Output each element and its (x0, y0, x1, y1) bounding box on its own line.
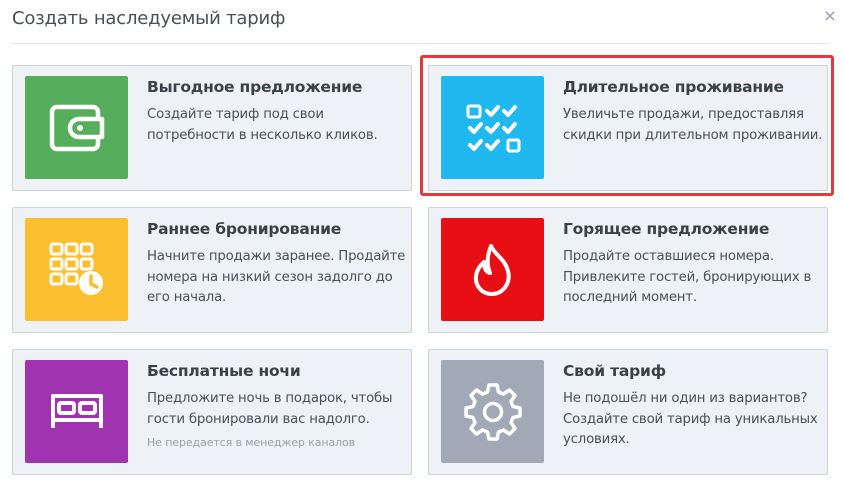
card-description: Увеличьте продажи, предоставляя скидки п… (563, 107, 823, 143)
close-button[interactable]: × (820, 6, 840, 26)
card-description: Начните продажи заранее. Продайте номера… (147, 249, 406, 305)
card-title: Горящее предложение (563, 220, 770, 238)
rate-card-long-stay[interactable]: Длительное проживание Увеличьте продажи,… (428, 65, 828, 191)
header-divider (12, 43, 828, 44)
rate-card-hot-deal[interactable]: Горящее предложение Продайте оставшиеся … (428, 207, 828, 333)
card-title: Раннее бронирование (147, 220, 342, 238)
card-description: Продайте оставшиеся номера. Привлеките г… (563, 249, 812, 305)
card-description: Не подошёл ни один из вариантов? Создайт… (563, 391, 818, 447)
close-icon[interactable]: × (823, 6, 836, 25)
card-note: Не передается в менеджер каналов (147, 436, 356, 449)
gear-icon (441, 360, 544, 463)
calendar-clock-icon (25, 218, 128, 321)
rate-card-free-nights[interactable]: Бесплатные ночи Предложите ночь в подаро… (12, 349, 412, 475)
bed-icon (25, 360, 128, 463)
modal-title: Создать наследуемый тариф (12, 8, 286, 29)
card-title: Бесплатные ночи (147, 362, 301, 380)
rate-card-best-offer[interactable]: Выгодное предложение Создайте тариф под … (12, 65, 412, 191)
rate-card-early-booking[interactable]: Раннее бронирование Начните продажи зара… (12, 207, 412, 333)
checklist-icon (441, 76, 544, 179)
rate-card-custom[interactable]: Свой тариф Не подошёл ни один из вариант… (428, 349, 828, 475)
card-description: Предложите ночь в подарок, чтобы гости б… (147, 391, 393, 427)
card-title: Длительное проживание (563, 78, 784, 96)
flame-icon (441, 218, 544, 321)
card-title: Выгодное предложение (147, 78, 363, 96)
wallet-icon (25, 76, 128, 179)
card-description: Создайте тариф под свои потребности в не… (147, 107, 378, 143)
card-title: Свой тариф (563, 362, 666, 380)
